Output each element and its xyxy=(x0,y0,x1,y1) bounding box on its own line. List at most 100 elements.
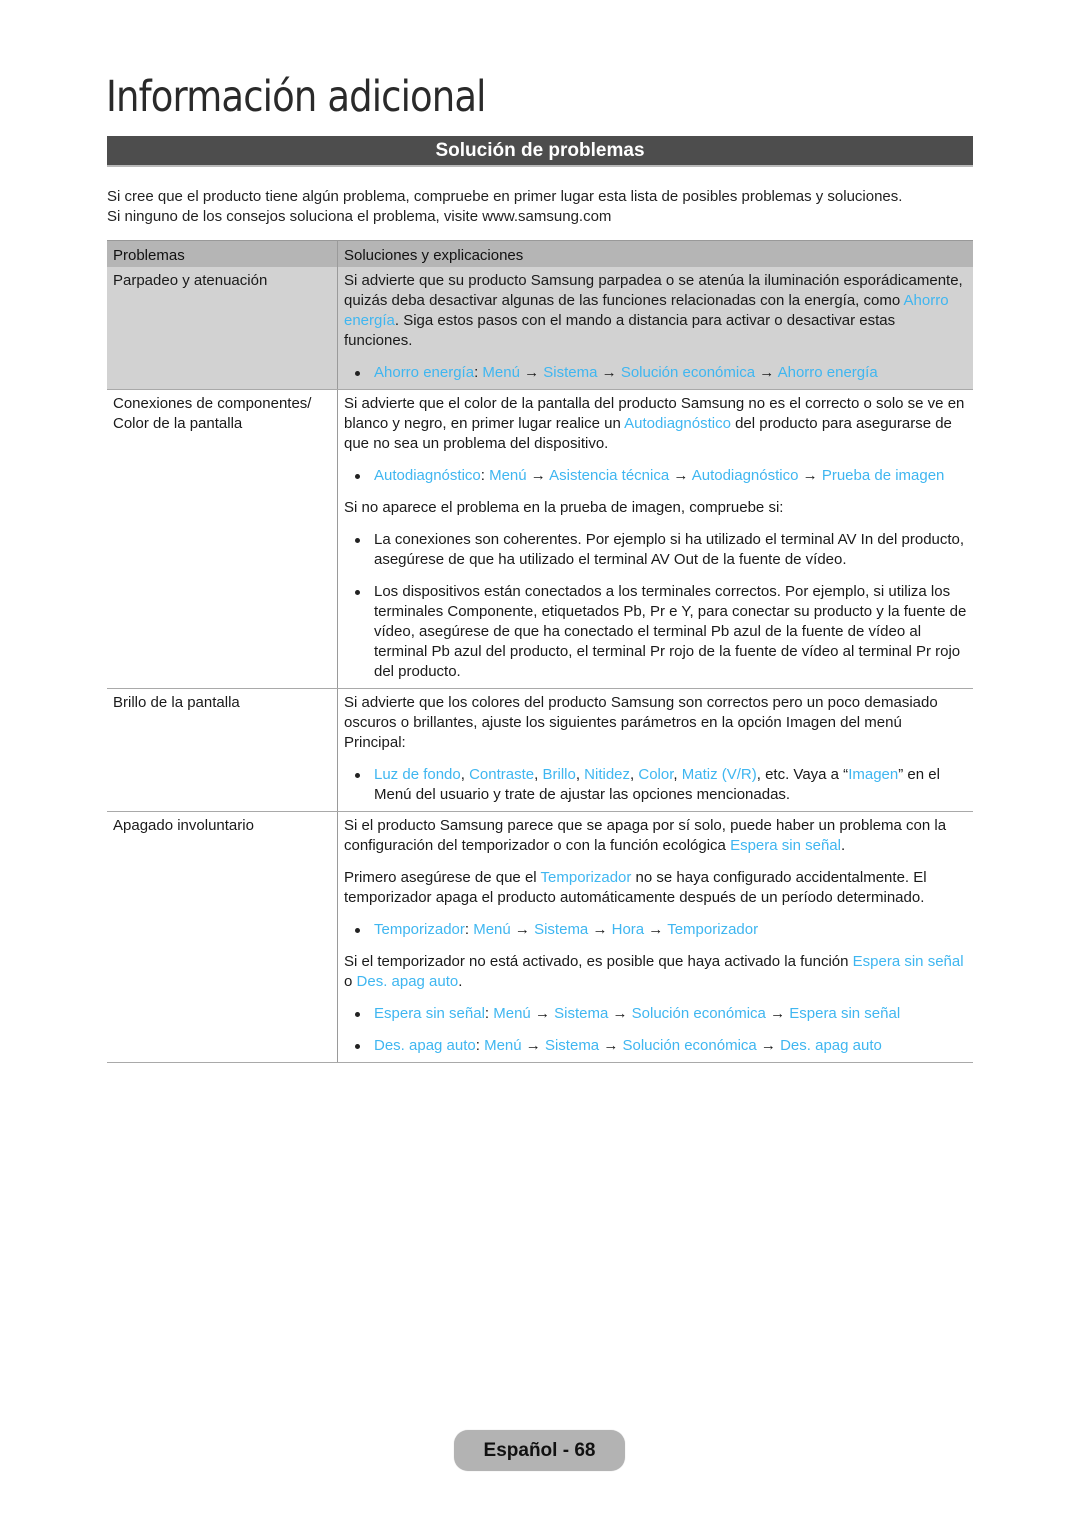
text-segment: , xyxy=(460,766,470,783)
bullet-list: Espera sin señal: Menú → Sistema → Soluc… xyxy=(344,1004,967,1056)
bullet-item: Autodiagnóstico: Menú → Asistencia técni… xyxy=(344,466,967,486)
text-segment: → xyxy=(510,921,535,938)
solution-cell: Si el producto Samsung parece que se apa… xyxy=(337,811,973,1063)
text-segment: → xyxy=(755,364,778,381)
text-segment: → xyxy=(599,1037,623,1054)
menu-path-link: Des. apag auto xyxy=(356,973,459,990)
problem-cell: Apagado involuntario xyxy=(107,811,338,1063)
text-segment: → xyxy=(519,364,544,381)
text-segment: : xyxy=(480,467,490,484)
text-segment: → xyxy=(608,1005,632,1022)
menu-path-link: Solución económica xyxy=(622,1037,757,1054)
problem-cell: Parpadeo y atenuación xyxy=(107,267,338,390)
solution-paragraph: Si advierte que su producto Samsung parp… xyxy=(344,271,967,351)
text-segment: . Siga estos pasos con el mando a distan… xyxy=(344,312,896,349)
text-segment: → xyxy=(526,467,550,484)
column-header-problems: Problemas xyxy=(107,240,338,267)
text-segment: → xyxy=(669,467,692,484)
text-segment: , xyxy=(673,766,682,783)
solution-paragraph: Primero asegúrese de que el Temporizador… xyxy=(344,868,967,908)
menu-path-link: Hora xyxy=(611,921,645,938)
menu-path-link: Espera sin señal xyxy=(374,1005,485,1022)
menu-path-link: Solución económica xyxy=(620,364,756,381)
text-segment: → xyxy=(798,467,822,484)
table-row: Parpadeo y atenuación Si advierte que su … xyxy=(107,267,973,390)
menu-path-link: Autodiagnóstico xyxy=(624,415,731,432)
menu-path-link: Imagen xyxy=(848,766,899,783)
solution-paragraph: Si el temporizador no está activado, es … xyxy=(344,952,967,992)
text-segment: Si no aparece el problema en la prueba d… xyxy=(344,499,784,516)
menu-path-link: Menú xyxy=(473,921,511,938)
text-segment: La conexiones son coherentes. Por ejempl… xyxy=(374,531,965,568)
bullet-list: Autodiagnóstico: Menú → Asistencia técni… xyxy=(344,466,967,486)
text-segment: → xyxy=(765,1005,790,1022)
text-segment: : xyxy=(484,1005,494,1022)
text-segment: . xyxy=(840,837,846,854)
menu-path-link: Menú xyxy=(493,1005,531,1022)
menu-path-link: Sistema xyxy=(554,1005,609,1022)
menu-path-link: Ahorro energía xyxy=(777,364,878,381)
text-segment: Si advierte que los colores del producto… xyxy=(344,694,938,751)
page-number-badge: Español - 68 xyxy=(454,1430,625,1471)
text-segment: Si el producto Samsung parece que se apa… xyxy=(344,817,947,854)
menu-path-link: Color xyxy=(638,766,674,783)
text-segment: o xyxy=(344,973,357,990)
intro-line: Si cree que el producto tiene algún prob… xyxy=(107,188,903,205)
text-segment: Primero asegúrese de que el xyxy=(344,869,541,886)
menu-path-link: Menú xyxy=(484,1037,522,1054)
text-segment: Si advierte que su producto Samsung parp… xyxy=(344,272,963,309)
bullet-item: Des. apag auto: Menú → Sistema → Solució… xyxy=(344,1036,967,1056)
text-segment: Los dispositivos están conectados a los … xyxy=(374,583,967,680)
problem-cell: Conexiones de componentes/ Color de la p… xyxy=(107,389,338,689)
menu-path-link: Ahorro energía xyxy=(374,364,475,381)
solution-paragraph: Si advierte que el color de la pantalla … xyxy=(344,394,967,454)
table-row: Apagado involuntario Si el producto Samsu… xyxy=(107,811,973,1063)
solution-cell: Si advierte que el color de la pantalla … xyxy=(337,389,973,689)
table-header-row: Problemas Soluciones y explicaciones xyxy=(107,240,973,267)
solution-cell: Si advierte que los colores del producto… xyxy=(337,688,973,812)
bullet-item: Ahorro energía: Menú → Sistema → Solució… xyxy=(344,363,967,383)
bullet-list: Temporizador: Menú → Sistema → Hora → Te… xyxy=(344,920,967,940)
troubleshooting-table: Problemas Soluciones y explicaciones Par… xyxy=(107,240,973,1063)
menu-path-link: Sistema xyxy=(534,921,589,938)
bullet-list: Luz de fondo, Contraste, Brillo, Nitidez… xyxy=(344,765,967,805)
menu-path-link: Espera sin señal xyxy=(789,1005,901,1022)
menu-path-link: Brillo xyxy=(542,766,576,783)
text-segment: → xyxy=(597,364,621,381)
page-title: Información adicional xyxy=(106,72,486,122)
menu-path-link: Temporizador xyxy=(540,869,632,886)
problem-cell: Brillo de la pantalla xyxy=(107,688,338,812)
menu-path-link: Contraste xyxy=(469,766,535,783)
menu-path-link: Prueba de imagen xyxy=(821,467,945,484)
table-body: Parpadeo y atenuación Si advierte que su … xyxy=(107,267,973,1063)
solution-paragraph: Si advierte que los colores del producto… xyxy=(344,693,967,753)
text-segment: → xyxy=(644,921,668,938)
menu-path-link: Espera sin señal xyxy=(730,837,841,854)
menu-path-link: Temporizador xyxy=(374,921,465,938)
bullet-item: Espera sin señal: Menú → Sistema → Soluc… xyxy=(344,1004,967,1024)
bullet-item: Los dispositivos están conectados a los … xyxy=(344,582,967,682)
table-row: Brillo de la pantalla Si advierte que los… xyxy=(107,688,973,812)
menu-path-link: Solución económica xyxy=(631,1005,766,1022)
menu-path-link: Des. apag auto xyxy=(374,1037,476,1054)
section-title: Solución de problemas xyxy=(107,136,973,167)
solution-cell: Si advierte que su producto Samsung parp… xyxy=(337,267,973,390)
menu-path-link: Espera sin señal xyxy=(852,953,964,970)
text-segment: , etc. Vaya a “ xyxy=(756,766,849,783)
text-segment: → xyxy=(521,1037,545,1054)
menu-path-link: Autodiagnóstico xyxy=(691,467,799,484)
column-header-solutions: Soluciones y explicaciones xyxy=(337,240,973,267)
text-segment: → xyxy=(756,1037,781,1054)
bullet-item: Temporizador: Menú → Sistema → Hora → Te… xyxy=(344,920,967,940)
menu-path-link: Menú xyxy=(482,364,520,381)
menu-path-link: Nitidez xyxy=(584,766,631,783)
text-segment: → xyxy=(530,1005,555,1022)
menu-path-link: Luz de fondo xyxy=(374,766,461,783)
text-segment: → xyxy=(588,921,612,938)
menu-path-link: Menú xyxy=(489,467,527,484)
text-segment: : xyxy=(464,921,474,938)
menu-path-link: Matiz (V/R) xyxy=(681,766,757,783)
bullet-item: Luz de fondo, Contraste, Brillo, Nitidez… xyxy=(344,765,967,805)
text-segment: Si el temporizador no está activado, es … xyxy=(344,953,853,970)
menu-path-link: Sistema xyxy=(543,364,598,381)
